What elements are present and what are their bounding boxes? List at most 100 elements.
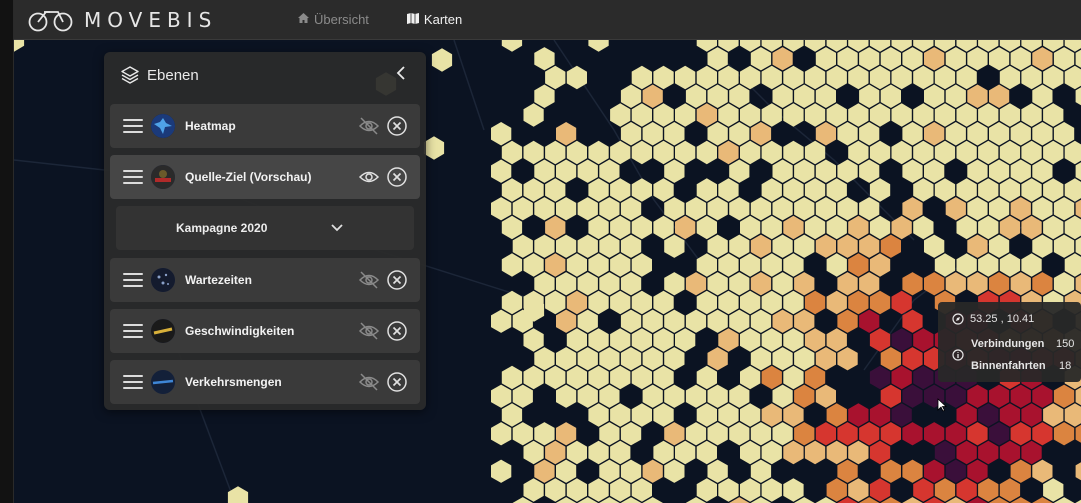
hex-cell[interactable] bbox=[707, 384, 728, 408]
hex-cell[interactable] bbox=[978, 403, 999, 427]
hex-cell[interactable] bbox=[653, 440, 674, 465]
hex-cell[interactable] bbox=[794, 309, 815, 333]
hex-cell[interactable] bbox=[956, 478, 977, 502]
hex-cell[interactable] bbox=[859, 309, 880, 333]
hex-cell[interactable] bbox=[956, 103, 977, 127]
hex-cell[interactable] bbox=[664, 384, 685, 408]
hex-cell[interactable] bbox=[750, 347, 772, 371]
hex-cell[interactable] bbox=[1021, 440, 1042, 465]
hex-cell[interactable] bbox=[794, 422, 815, 446]
hex-cell[interactable] bbox=[989, 272, 1010, 296]
hex-cell[interactable] bbox=[653, 290, 674, 315]
hex-cell[interactable] bbox=[610, 178, 631, 202]
eye-icon[interactable] bbox=[358, 166, 380, 188]
hex-cell[interactable] bbox=[696, 65, 717, 90]
hex-cell[interactable] bbox=[956, 140, 977, 165]
hex-cell[interactable] bbox=[859, 234, 880, 258]
hex-cell[interactable] bbox=[1010, 422, 1031, 446]
hex-cell[interactable] bbox=[718, 328, 739, 352]
hex-cell[interactable] bbox=[761, 140, 782, 165]
hex-cell[interactable] bbox=[1021, 178, 1042, 202]
hex-cell[interactable] bbox=[729, 159, 750, 183]
hex-cell[interactable] bbox=[1053, 422, 1075, 446]
hex-cell[interactable] bbox=[685, 272, 707, 296]
hex-cell[interactable] bbox=[534, 159, 555, 183]
eye-off-icon[interactable] bbox=[358, 115, 380, 137]
hex-cell[interactable] bbox=[967, 159, 988, 183]
hex-cell[interactable] bbox=[664, 459, 685, 483]
hex-cell[interactable] bbox=[956, 215, 977, 240]
hex-cell[interactable] bbox=[848, 478, 869, 502]
hex-cell[interactable] bbox=[556, 234, 577, 258]
hex-cell[interactable] bbox=[642, 122, 663, 146]
remove-layer-icon[interactable] bbox=[386, 166, 408, 188]
hex-cell[interactable] bbox=[1064, 253, 1081, 277]
hex-cell[interactable] bbox=[848, 140, 869, 165]
hex-cell[interactable] bbox=[815, 84, 836, 109]
hex-cell[interactable] bbox=[1032, 159, 1053, 183]
hex-cell[interactable] bbox=[761, 478, 782, 502]
hex-cell[interactable] bbox=[599, 159, 620, 183]
hex-cell[interactable] bbox=[934, 140, 956, 165]
hex-cell[interactable] bbox=[815, 422, 836, 446]
hex-cell[interactable] bbox=[761, 403, 782, 427]
hex-cell[interactable] bbox=[631, 140, 652, 165]
hex-cell[interactable] bbox=[934, 103, 956, 127]
hex-cell[interactable] bbox=[610, 328, 631, 352]
hex-cell[interactable] bbox=[685, 84, 707, 109]
hex-cell[interactable] bbox=[729, 384, 750, 408]
hex-cell[interactable] bbox=[794, 197, 815, 221]
hex-cell[interactable] bbox=[880, 84, 901, 109]
hex-cell[interactable] bbox=[718, 140, 739, 165]
drag-handle-icon[interactable] bbox=[123, 269, 143, 291]
hex-cell[interactable] bbox=[913, 215, 934, 240]
hex-cell[interactable] bbox=[588, 478, 609, 502]
hex-cell[interactable] bbox=[761, 365, 782, 390]
hex-cell[interactable] bbox=[804, 290, 826, 315]
hex-cell[interactable] bbox=[577, 384, 598, 408]
hex-cell[interactable] bbox=[1032, 197, 1053, 221]
hex-cell[interactable] bbox=[556, 384, 577, 408]
hex-cell[interactable] bbox=[924, 159, 945, 183]
hex-cell[interactable] bbox=[869, 478, 891, 502]
hex-cell[interactable] bbox=[729, 422, 750, 446]
hex-cell[interactable] bbox=[1032, 459, 1053, 483]
hex-cell[interactable] bbox=[783, 253, 804, 277]
hex-cell[interactable] bbox=[989, 384, 1010, 408]
hex-cell[interactable] bbox=[588, 215, 609, 240]
hex-cell[interactable] bbox=[501, 290, 523, 315]
hex-cell[interactable] bbox=[772, 347, 793, 371]
hex-cell[interactable] bbox=[696, 178, 717, 202]
hex-cell[interactable] bbox=[653, 215, 674, 240]
hex-cell[interactable] bbox=[934, 440, 956, 465]
hex-cell[interactable] bbox=[653, 65, 674, 90]
hex-cell[interactable] bbox=[967, 384, 988, 408]
hex-cell[interactable] bbox=[750, 422, 772, 446]
hex-cell[interactable] bbox=[718, 65, 739, 90]
hex-cell[interactable] bbox=[783, 215, 804, 240]
hex-cell[interactable] bbox=[859, 197, 880, 221]
hex-cell[interactable] bbox=[599, 347, 620, 371]
hex-cell[interactable] bbox=[675, 65, 696, 90]
hex-cell[interactable] bbox=[783, 290, 804, 315]
hex-cell[interactable] bbox=[1064, 140, 1081, 165]
hex-cell[interactable] bbox=[599, 197, 620, 221]
hex-cell[interactable] bbox=[750, 272, 772, 296]
hex-cell[interactable] bbox=[999, 103, 1021, 127]
hex-cell[interactable] bbox=[664, 347, 685, 371]
hex-cell[interactable] bbox=[729, 197, 750, 221]
hex-cell[interactable] bbox=[534, 272, 555, 296]
hex-cell[interactable] bbox=[718, 290, 739, 315]
hex-cell[interactable] bbox=[599, 384, 620, 408]
hex-cell[interactable] bbox=[653, 403, 674, 427]
hex-cell[interactable] bbox=[848, 403, 869, 427]
hex-cell[interactable] bbox=[653, 328, 674, 352]
hex-cell[interactable] bbox=[1010, 122, 1031, 146]
hex-cell[interactable] bbox=[631, 253, 652, 277]
hex-cell[interactable] bbox=[913, 178, 934, 202]
hex-cell[interactable] bbox=[783, 440, 804, 465]
hex-cell[interactable] bbox=[1064, 215, 1081, 240]
hex-cell[interactable] bbox=[826, 65, 847, 90]
layer-row-geschwindigkeiten[interactable]: Geschwindigkeiten bbox=[110, 309, 420, 353]
hex-cell[interactable] bbox=[804, 65, 826, 90]
